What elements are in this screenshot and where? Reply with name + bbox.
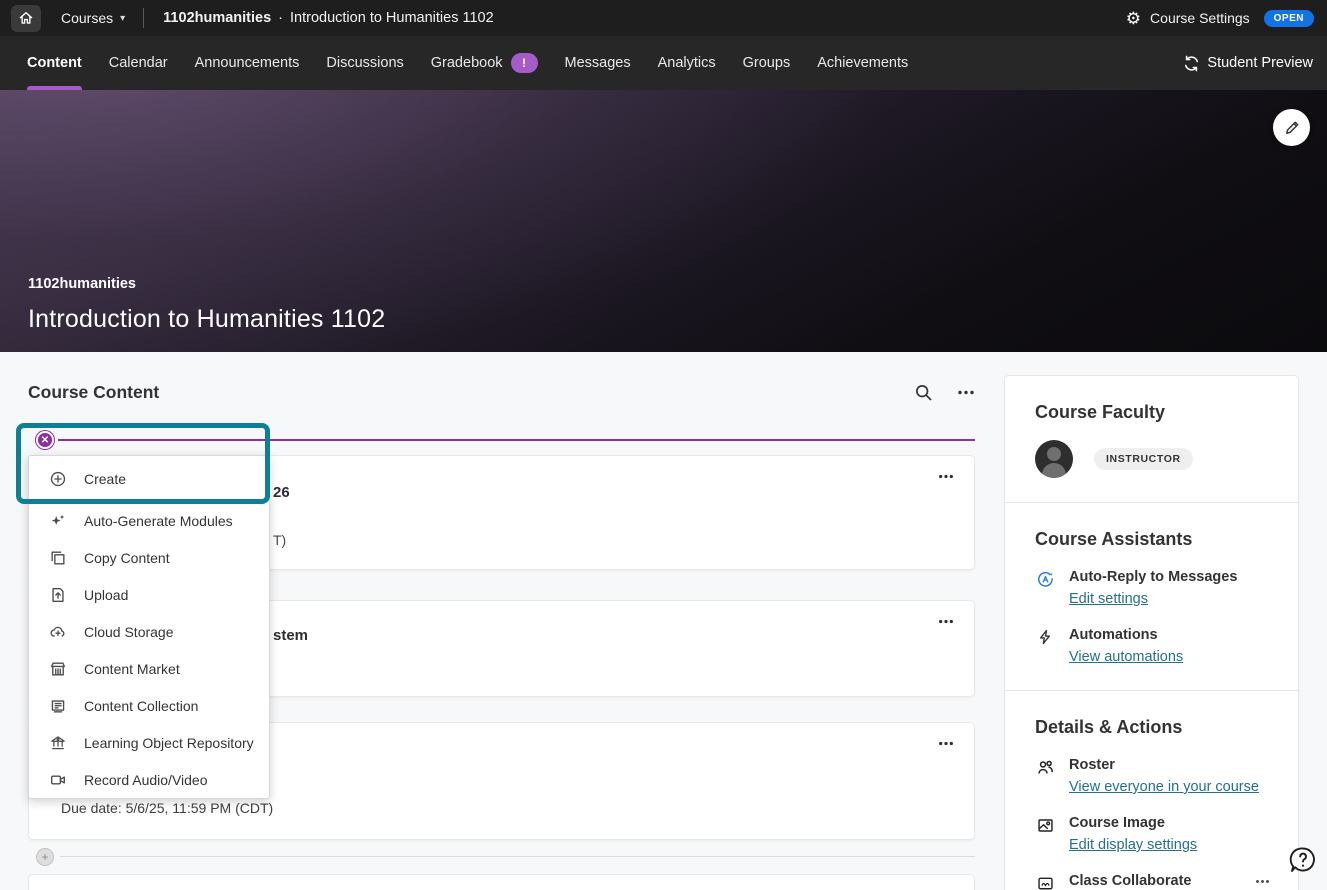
cloud-upload-icon — [49, 623, 67, 641]
home-icon — [18, 10, 34, 26]
course-assistants-heading: Course Assistants — [1035, 529, 1270, 550]
automations-item: Automations View automations — [1035, 627, 1270, 666]
auto-reply-item: Auto-Reply to Messages Edit settings — [1035, 569, 1270, 608]
home-button[interactable] — [11, 5, 41, 32]
content-card-4[interactable] — [28, 874, 975, 890]
tab-gradebook[interactable]: Gradebook ! — [431, 36, 538, 90]
menu-item-content-collection[interactable]: Content Collection — [29, 687, 269, 724]
auto-reply-icon — [1035, 569, 1055, 608]
card-kebab-icon[interactable] — [938, 474, 954, 479]
class-collaborate-item: Class Collaborate — [1035, 873, 1270, 890]
card-kebab-icon[interactable] — [938, 619, 954, 624]
collaborate-kebab-icon[interactable] — [1255, 873, 1270, 884]
content-options-kebab-icon[interactable] — [957, 390, 975, 395]
breadcrumb-course-name: Introduction to Humanities 1102 — [290, 10, 494, 26]
course-nav-bar: Content Calendar Announcements Discussio… — [0, 36, 1327, 90]
menu-item-cloud-storage[interactable]: Cloud Storage — [29, 613, 269, 650]
market-icon — [49, 660, 67, 678]
copy-icon — [49, 549, 67, 567]
plus-circle-icon — [49, 470, 67, 488]
menu-item-upload[interactable]: Upload — [29, 576, 269, 613]
menu-item-learning-object-repository[interactable]: Learning Object Repository — [29, 724, 269, 761]
course-image-item: Course Image Edit display settings — [1035, 815, 1270, 854]
close-icon: ✕ — [41, 435, 49, 446]
details-actions-section: Details & Actions Roster View everyone i… — [1005, 690, 1298, 890]
tab-messages[interactable]: Messages — [565, 36, 631, 90]
help-question-icon — [1288, 845, 1318, 875]
sparkles-icon — [49, 512, 67, 530]
search-icon[interactable] — [914, 383, 933, 402]
roster-item: Roster View everyone in your course — [1035, 757, 1270, 796]
hero-course-code: 1102humanities — [28, 276, 385, 292]
view-everyone-link[interactable]: View everyone in your course — [1069, 779, 1259, 795]
bank-icon — [49, 734, 67, 752]
chevron-down-icon: ▾ — [120, 13, 125, 24]
details-actions-heading: Details & Actions — [1035, 717, 1270, 738]
course-content-page: Course Content ✕ 26 T) stem Due d — [0, 352, 1327, 890]
menu-item-record-audio-video[interactable]: Record Audio/Video — [29, 761, 269, 798]
page-title: Introduction to Humanities 1102 — [28, 305, 385, 334]
tab-discussions[interactable]: Discussions — [326, 36, 403, 90]
automations-icon — [1035, 627, 1055, 666]
course-settings-button[interactable]: Course Settings — [1150, 10, 1250, 26]
course-content-heading: Course Content — [28, 382, 159, 403]
content-card-1-detail-fragment: T) — [273, 532, 286, 548]
course-faculty-heading: Course Faculty — [1035, 402, 1270, 423]
instructor-avatar[interactable] — [1035, 440, 1073, 478]
tab-announcements[interactable]: Announcements — [195, 36, 300, 90]
tab-achievements[interactable]: Achievements — [817, 36, 908, 90]
courses-dropdown[interactable]: Courses ▾ — [61, 10, 125, 26]
add-content-menu: Create Auto-Generate Modules Copy Conten… — [28, 455, 270, 799]
edit-settings-link[interactable]: Edit settings — [1069, 591, 1148, 607]
view-automations-link[interactable]: View automations — [1069, 649, 1183, 665]
breadcrumb: 1102humanities · Introduction to Humanit… — [163, 10, 494, 26]
content-card-1-title-fragment: 26 — [273, 484, 290, 501]
tab-analytics[interactable]: Analytics — [658, 36, 716, 90]
student-preview-button[interactable]: Student Preview — [1183, 36, 1313, 90]
content-card-2-title-fragment: stem — [273, 627, 308, 644]
course-faculty-section: Course Faculty INSTRUCTOR — [1005, 376, 1298, 502]
breadcrumb-course-code: 1102humanities — [163, 10, 271, 26]
upload-icon — [49, 586, 67, 604]
roster-icon — [1035, 757, 1055, 796]
plus-icon: + — [41, 850, 48, 864]
close-add-menu-button[interactable]: ✕ — [36, 431, 54, 449]
instructor-role-badge: INSTRUCTOR — [1094, 448, 1193, 470]
insert-content-divider — [58, 439, 975, 441]
gradebook-alert-badge: ! — [511, 53, 538, 73]
breadcrumb-separator: · — [278, 10, 283, 26]
nav-tabs: Content Calendar Announcements Discussio… — [27, 36, 908, 90]
tab-groups[interactable]: Groups — [743, 36, 791, 90]
help-button[interactable] — [1288, 845, 1318, 875]
tab-content[interactable]: Content — [27, 36, 82, 90]
open-status-badge[interactable]: OPEN — [1264, 10, 1314, 27]
card-kebab-icon[interactable] — [938, 741, 954, 746]
menu-item-copy-content[interactable]: Copy Content — [29, 539, 269, 576]
top-bar: Courses ▾ 1102humanities · Introduction … — [0, 0, 1327, 36]
topbar-divider — [143, 8, 144, 28]
video-camera-icon — [49, 771, 67, 789]
due-date-text: Due date: 5/6/25, 11:59 PM (CDT) — [61, 800, 273, 816]
course-banner: 1102humanities Introduction to Humanitie… — [0, 90, 1327, 352]
student-preview-icon — [1183, 55, 1200, 72]
tab-calendar[interactable]: Calendar — [109, 36, 168, 90]
course-image-icon — [1035, 815, 1055, 854]
menu-item-create[interactable]: Create — [29, 456, 269, 502]
class-collaborate-icon — [1035, 873, 1055, 890]
collection-icon — [49, 697, 67, 715]
menu-item-content-market[interactable]: Content Market — [29, 650, 269, 687]
courses-label: Courses — [61, 10, 113, 26]
gear-icon: ⚙ — [1126, 10, 1141, 27]
pencil-icon — [1283, 119, 1301, 137]
add-content-divider — [60, 856, 975, 857]
menu-item-auto-generate-modules[interactable]: Auto-Generate Modules — [29, 502, 269, 539]
edit-display-settings-link[interactable]: Edit display settings — [1069, 837, 1197, 853]
add-content-plus-button[interactable]: + — [36, 848, 54, 866]
edit-banner-button[interactable] — [1273, 109, 1310, 146]
course-sidebar: Course Faculty INSTRUCTOR Course Assista… — [1004, 375, 1299, 890]
course-assistants-section: Course Assistants Auto-Reply to Messages… — [1005, 502, 1298, 690]
